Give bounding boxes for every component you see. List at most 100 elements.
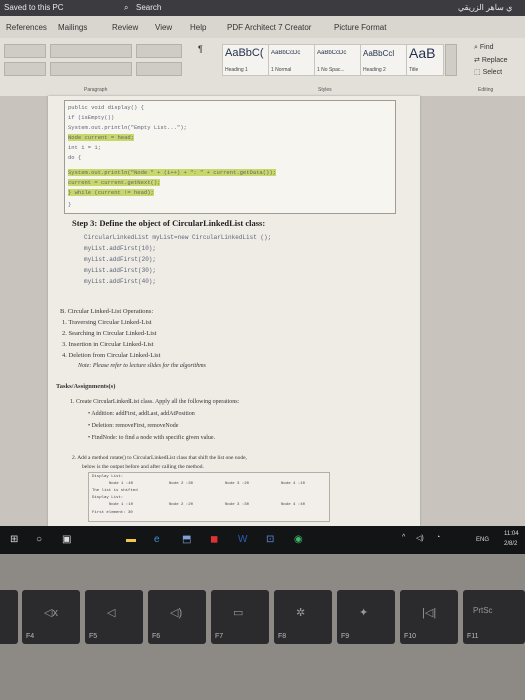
- code-block-display: public void display() { if (isEmpty()) S…: [64, 100, 396, 214]
- align-buttons[interactable]: [50, 62, 132, 76]
- key-f5[interactable]: ◁ F5: [85, 590, 143, 644]
- bullet-item: • FindNode: to find a node with specific…: [88, 435, 216, 441]
- list-item: 2. Searching in Circular Linked-List: [62, 330, 157, 337]
- code-line: }: [68, 201, 72, 208]
- search-icon[interactable]: ○: [36, 534, 42, 545]
- tab-review[interactable]: Review: [112, 23, 138, 32]
- style-no-spacing[interactable]: AaBbCcDc 1 No Spac...: [314, 44, 361, 76]
- chrome-icon[interactable]: ◉: [294, 534, 303, 545]
- key-f4[interactable]: ◁x F4: [22, 590, 80, 644]
- list-item: 1. Traversing Circular Linked-List: [62, 319, 152, 326]
- table-cell: Node 3 :30: [225, 503, 250, 507]
- style-title[interactable]: AaB Title: [406, 44, 444, 76]
- table-cell: First element: 30: [92, 511, 133, 515]
- task-2-cont: below is the output before and after cal…: [82, 464, 204, 470]
- tab-view[interactable]: View: [155, 23, 172, 32]
- styles-scroll[interactable]: [445, 44, 457, 76]
- output-table: Display List: Node 1 :40 Node 2 :30 Node…: [88, 472, 330, 522]
- replace-button[interactable]: ⇄ Replace: [474, 56, 508, 64]
- key-f8[interactable]: ✲ F8: [274, 590, 332, 644]
- style-normal[interactable]: AaBbCcDc 1 Normal: [268, 44, 315, 76]
- code-line: myList.addFirst(20);: [84, 256, 157, 263]
- style-heading2[interactable]: AaBbCcl Heading 2: [360, 44, 407, 76]
- step3-heading: Step 3: Define the object of CircularLin…: [72, 218, 266, 228]
- tab-help[interactable]: Help: [190, 23, 206, 32]
- key-f11[interactable]: PrtSc F11: [463, 590, 525, 644]
- group-editing-label: Editing: [478, 87, 494, 93]
- bullet-item: • Deletion: removeFirst, removeNode: [88, 423, 179, 429]
- code-line: CircularLinkedList myList=new CircularLi…: [84, 234, 272, 241]
- key-f10[interactable]: |◁| F10: [400, 590, 458, 644]
- taskbar: ⊞ ○ ▣ ▬ e ⬒ ◼ W ⊡ ◉ ^ ◁) ◔ ENG 11:04 2/8…: [0, 526, 525, 554]
- table-cell: Display List:: [92, 496, 124, 500]
- table-cell: Node 4 :10: [281, 482, 306, 486]
- clock-date[interactable]: 2/8/2: [504, 541, 517, 547]
- list-item: 4. Deletion from Circular Linked-List: [62, 352, 161, 359]
- tab-pdf-architect[interactable]: PDF Architect 7 Creator: [227, 23, 311, 32]
- table-cell: Node 1 :40: [109, 482, 134, 486]
- brightness-down-icon: ✲: [296, 607, 306, 619]
- bullet-item: • Addition: addFirst, addLast, addAtPosi…: [88, 411, 195, 417]
- tab-mailings[interactable]: Mailings: [58, 23, 87, 32]
- word-icon[interactable]: W: [238, 534, 247, 545]
- app-icon[interactable]: ⊡: [266, 534, 274, 545]
- key-f7[interactable]: ▭ F7: [211, 590, 269, 644]
- volume-up-icon: ◁): [170, 607, 183, 619]
- display-icon: ▭: [233, 607, 244, 619]
- user-name[interactable]: ي ساهر الزريقي: [458, 3, 512, 12]
- edge-icon[interactable]: e: [154, 534, 160, 545]
- note-text: Note: Please refer to lecture slides for…: [78, 363, 206, 369]
- store-icon[interactable]: ⬒: [182, 534, 191, 545]
- table-cell: Node 1 :10: [109, 503, 134, 507]
- network-icon[interactable]: ◔: [436, 534, 440, 541]
- code-line: Node current = head;: [68, 134, 135, 141]
- clock-time[interactable]: 11:04: [504, 531, 519, 537]
- task-2: 2. Add a method rotate() to CircularLink…: [72, 455, 247, 461]
- key-f9[interactable]: ✦ F9: [337, 590, 395, 644]
- find-button[interactable]: ⌕ Find: [474, 44, 494, 52]
- indent-buttons[interactable]: [136, 44, 182, 58]
- code-line: if (isEmpty()): [68, 114, 115, 121]
- pilcrow-icon[interactable]: ¶: [198, 44, 203, 54]
- brightness-up-icon: ✦: [359, 607, 369, 619]
- saved-status: Saved to this PC: [4, 3, 64, 12]
- table-cell: Node 2 :20: [169, 503, 194, 507]
- start-icon[interactable]: ⊞: [10, 534, 18, 545]
- search-icon[interactable]: ⌕: [124, 3, 128, 13]
- task-view-icon[interactable]: ▣: [62, 534, 71, 545]
- tab-picture-format[interactable]: Picture Format: [334, 23, 386, 32]
- code-line: myList.addFirst(30);: [84, 267, 157, 274]
- group-paragraph-label: Paragraph: [84, 87, 108, 93]
- tab-references[interactable]: References: [6, 23, 47, 32]
- table-cell: The list is shifted: [92, 489, 138, 493]
- code-line: System.out.println("Node " + (i++) + ": …: [68, 169, 276, 176]
- code-line: current = current.getNext();: [68, 179, 161, 186]
- media-icon: |◁|: [422, 607, 437, 619]
- table-cell: Node 2 :30: [169, 482, 194, 486]
- language-indicator[interactable]: ENG: [476, 537, 489, 543]
- code-line: do {: [68, 154, 82, 161]
- select-button[interactable]: ⬚ Select: [474, 68, 502, 76]
- key-f3[interactable]: F3: [0, 590, 18, 644]
- speaker-icon[interactable]: ◁): [416, 534, 424, 542]
- list-buttons[interactable]: [50, 44, 132, 58]
- code-line: public void display() {: [68, 104, 144, 111]
- code-line: System.out.println("Empty List...");: [68, 124, 187, 131]
- highlight-button[interactable]: [4, 62, 46, 76]
- ribbon: ¶ AaBbC( Heading 1 AaBbCcDc 1 Normal AaB…: [0, 38, 525, 97]
- code-line: myList.addFirst(40);: [84, 278, 157, 285]
- file-explorer-icon[interactable]: ▬: [126, 534, 136, 545]
- tasks-heading: Tasks/Assignments(s): [56, 383, 116, 390]
- shading-buttons[interactable]: [136, 62, 182, 76]
- section-b-title: B. Circular Linked-List Operations:: [60, 308, 154, 315]
- font-color-button[interactable]: [4, 44, 46, 58]
- key-f6[interactable]: ◁) F6: [148, 590, 206, 644]
- code-line: myList.addFirst(10);: [84, 245, 157, 252]
- style-heading1[interactable]: AaBbC( Heading 1: [222, 44, 269, 76]
- ribbon-tabs: References Mailings Review View Help PDF…: [0, 16, 525, 39]
- code-line: } while (current != head);: [68, 189, 154, 196]
- task-1: 1. Create CircularLinkedList class. Appl…: [70, 399, 240, 405]
- office-icon[interactable]: ◼: [210, 534, 218, 545]
- tray-chevron-icon[interactable]: ^: [402, 534, 405, 541]
- search-box[interactable]: Search: [136, 3, 161, 12]
